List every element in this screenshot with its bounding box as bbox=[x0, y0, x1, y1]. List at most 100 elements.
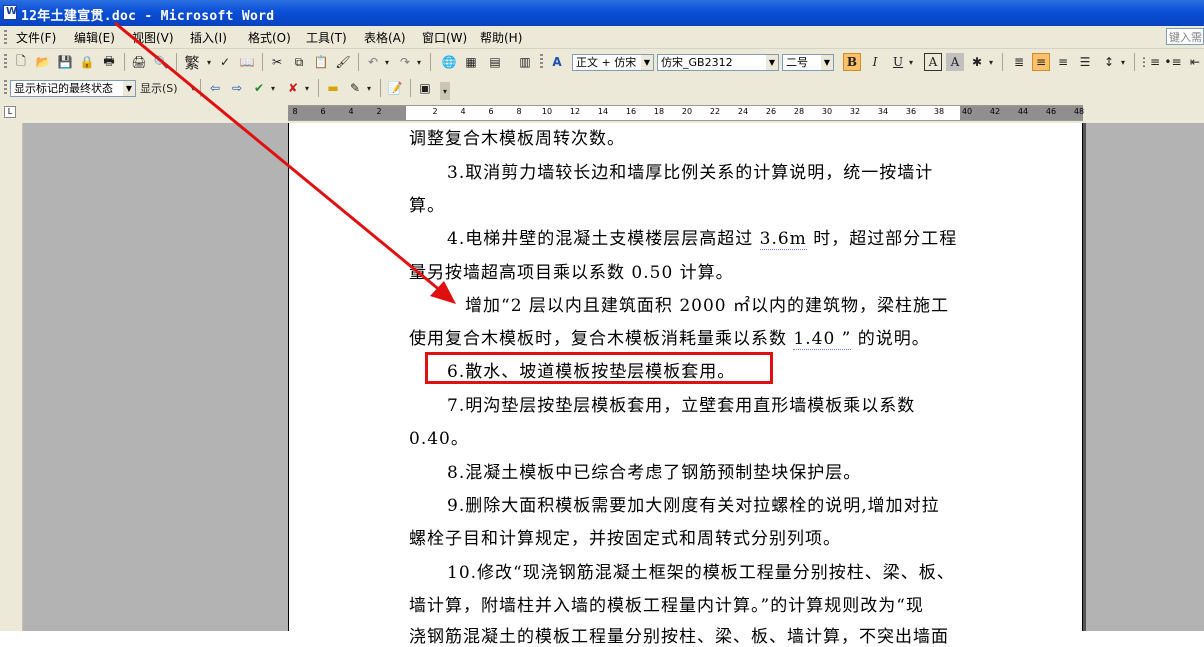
underline-button[interactable]: U bbox=[889, 53, 907, 71]
columns-icon[interactable]: ▥ bbox=[516, 53, 534, 71]
tables-borders-icon[interactable]: ▦ bbox=[462, 53, 480, 71]
doc-line[interactable]: 调整复合木模板周转次数。 bbox=[409, 124, 625, 149]
bullets-icon[interactable]: •≡ bbox=[1164, 53, 1182, 71]
chevron-down-icon[interactable]: ▾ bbox=[302, 79, 312, 97]
chevron-down-icon[interactable]: ▾ bbox=[364, 79, 374, 97]
chevron-down-icon[interactable]: ▾ bbox=[906, 53, 916, 71]
format-painter-icon[interactable]: 🖌 bbox=[334, 53, 352, 71]
align-center-icon[interactable]: ≡ bbox=[1032, 53, 1050, 71]
menu-tools[interactable]: 工具(T) bbox=[306, 29, 347, 46]
character-shading-button[interactable]: A bbox=[946, 53, 964, 71]
open-folder-icon[interactable]: 📂 bbox=[34, 53, 52, 71]
new-comment-icon[interactable]: ▬ bbox=[324, 79, 342, 97]
toolbar-grip[interactable] bbox=[4, 54, 7, 70]
menu-edit[interactable]: 编辑(E) bbox=[74, 29, 115, 46]
hyperlink-icon[interactable]: 🌐 bbox=[440, 53, 458, 71]
print-icon[interactable]: 🖶 bbox=[100, 53, 118, 71]
chevron-down-icon[interactable]: ▼ bbox=[641, 55, 653, 70]
chevron-down-icon[interactable]: ▼ bbox=[766, 55, 778, 70]
text-effects-icon[interactable]: ✱ bbox=[968, 53, 986, 71]
doc-line[interactable]: 7.明沟垫层按垫层模板套用，立壁套用直形墙模板乘以系数 bbox=[447, 391, 915, 416]
insert-table-icon[interactable]: ▤ bbox=[486, 53, 504, 71]
redo-icon[interactable]: ↷ bbox=[396, 53, 414, 71]
paste-icon[interactable]: 📋 bbox=[312, 53, 330, 71]
doc-line[interactable]: 算。 bbox=[409, 191, 445, 216]
doc-line[interactable]: 0.40。 bbox=[409, 424, 469, 449]
chevron-down-icon[interactable]: ▾ bbox=[986, 53, 996, 71]
annotation-highlight-box bbox=[425, 352, 773, 384]
ask-question-box[interactable]: 键入需 bbox=[1166, 28, 1204, 45]
align-right-icon[interactable]: ≡ bbox=[1054, 53, 1072, 71]
accept-change-icon[interactable]: ✔ bbox=[250, 79, 268, 97]
previous-change-icon[interactable]: ⇦ bbox=[206, 79, 224, 97]
print-preview-icon[interactable]: 🖨 bbox=[130, 53, 148, 71]
doc-line[interactable]: 螺栓子目和计算规定，并按固定式和周转式分别列项。 bbox=[409, 524, 841, 549]
traditional-chinese-button[interactable]: 繁 bbox=[182, 53, 202, 72]
research-icon[interactable]: 🔍 bbox=[152, 53, 170, 71]
ruler-tick-label: 46 bbox=[1045, 107, 1057, 116]
menu-format[interactable]: 格式(O) bbox=[248, 29, 291, 46]
spelling-icon[interactable]: ✓ bbox=[216, 53, 234, 71]
doc-line[interactable]: 量另按墙超高项目乘以系数 0.50 计算。 bbox=[409, 258, 734, 283]
toolbar-separator bbox=[1134, 53, 1135, 71]
font-combo[interactable]: 仿宋_GB2312 ▼ bbox=[657, 54, 779, 71]
horizontal-ruler[interactable]: 8 6 4 2 2 4 6 8 10 12 14 16 18 20 22 24 26 28 30 32 34 36 38 40… bbox=[288, 105, 1084, 121]
doc-line[interactable]: 8.混凝土模板中已综合考虑了钢筋预制垫块保护层。 bbox=[447, 458, 861, 483]
ruler-tick-label: 36 bbox=[905, 107, 917, 116]
character-border-button[interactable]: A bbox=[924, 53, 942, 71]
word-app-icon[interactable] bbox=[3, 5, 17, 20]
save-icon[interactable]: 💾 bbox=[56, 53, 74, 71]
bold-button[interactable]: B bbox=[843, 53, 861, 71]
font-size-combo[interactable]: 二号 ▼ bbox=[782, 54, 834, 71]
chevron-down-icon[interactable]: ▾ bbox=[188, 79, 198, 97]
menubar-grip[interactable] bbox=[4, 30, 7, 44]
menu-window[interactable]: 窗口(W) bbox=[422, 29, 467, 46]
toolbar-options-icon[interactable]: ▾ bbox=[440, 82, 450, 100]
doc-line[interactable]: 9.删除大面积模板需要加大刚度有关对拉螺栓的说明,增加对拉 bbox=[447, 491, 940, 516]
track-changes-icon[interactable]: ✎ bbox=[346, 79, 364, 97]
chevron-down-icon[interactable]: ▾ bbox=[268, 79, 278, 97]
toolbar-grip[interactable] bbox=[540, 54, 543, 70]
style-combo[interactable]: 正文 + 仿宋 ▼ bbox=[572, 54, 654, 71]
decrease-indent-icon[interactable]: ⇤ bbox=[1186, 53, 1204, 71]
italic-button[interactable]: I bbox=[866, 53, 884, 71]
tab-selector-icon[interactable]: L bbox=[4, 106, 16, 118]
menu-view[interactable]: 视图(V) bbox=[132, 29, 174, 46]
chevron-down-icon[interactable]: ▾ bbox=[414, 53, 424, 71]
reject-change-icon[interactable]: ✘ bbox=[284, 79, 302, 97]
copy-icon[interactable]: ⧉ bbox=[290, 53, 308, 71]
numbering-icon[interactable]: ⋮≡ bbox=[1138, 53, 1160, 71]
styles-formatting-icon[interactable]: A bbox=[548, 53, 566, 71]
ruler-tick-label: 18 bbox=[653, 107, 665, 116]
chevron-down-icon[interactable]: ▾ bbox=[204, 53, 214, 71]
display-for-review-combo[interactable]: 显示标记的最终状态 ▼ bbox=[10, 80, 136, 97]
toolbar-grip[interactable] bbox=[4, 80, 7, 96]
doc-line[interactable]: 3.取消剪力墙较长边和墙厚比例关系的计算说明，统一按墙计 bbox=[447, 158, 933, 183]
menu-file[interactable]: 文件(F) bbox=[16, 29, 56, 46]
chevron-down-icon[interactable]: ▾ bbox=[382, 53, 392, 71]
chevron-down-icon[interactable]: ▼ bbox=[821, 55, 833, 70]
new-document-icon[interactable]: 🗋 bbox=[12, 53, 30, 71]
reviewing-pane-icon[interactable]: 📝 bbox=[386, 79, 404, 97]
next-change-icon[interactable]: ⇨ bbox=[228, 79, 246, 97]
distribute-icon[interactable]: ☰ bbox=[1076, 53, 1094, 71]
chevron-down-icon[interactable]: ▼ bbox=[123, 81, 135, 96]
cut-icon[interactable]: ✂ bbox=[268, 53, 286, 71]
research-book-icon[interactable]: 📖 bbox=[238, 53, 256, 71]
undo-icon[interactable]: ↶ bbox=[364, 53, 382, 71]
doc-line[interactable]: 4.电梯井壁的混凝土支模楼层层高超过 3.6m 时，超过部分工程 bbox=[447, 224, 957, 250]
menu-insert[interactable]: 插入(I) bbox=[190, 29, 227, 46]
chevron-down-icon[interactable]: ▾ bbox=[1118, 53, 1128, 71]
doc-line[interactable]: 浇钢筋混凝土的模板工程量分别按柱、梁、板、墙计算，不突出墙面 bbox=[409, 622, 949, 647]
menu-table[interactable]: 表格(A) bbox=[364, 29, 406, 46]
permission-icon[interactable]: 🔒 bbox=[78, 53, 96, 71]
document-map-icon[interactable]: ▣ bbox=[416, 79, 434, 97]
doc-line[interactable]: 增加“2 层以内且建筑面积 2000 ㎡以内的建筑物，梁柱施工 bbox=[465, 291, 949, 316]
doc-line[interactable]: 使用复合木模板时，复合木模板消耗量乘以系数 1.40 ” 的说明。 bbox=[409, 324, 930, 350]
doc-line[interactable]: 墙计算，附墙柱并入墙的模板工程量内计算。”的计算规则改为“现 bbox=[409, 591, 924, 616]
menu-help[interactable]: 帮助(H) bbox=[480, 29, 522, 46]
doc-line[interactable]: 10.修改“现浇钢筋混凝土框架的模板工程量分别按柱、梁、板、 bbox=[447, 558, 955, 583]
line-spacing-icon[interactable]: ↕ bbox=[1100, 53, 1118, 71]
show-menu-button[interactable]: 显示(S) bbox=[140, 79, 192, 97]
align-justify-icon[interactable]: ≣ bbox=[1010, 53, 1028, 71]
